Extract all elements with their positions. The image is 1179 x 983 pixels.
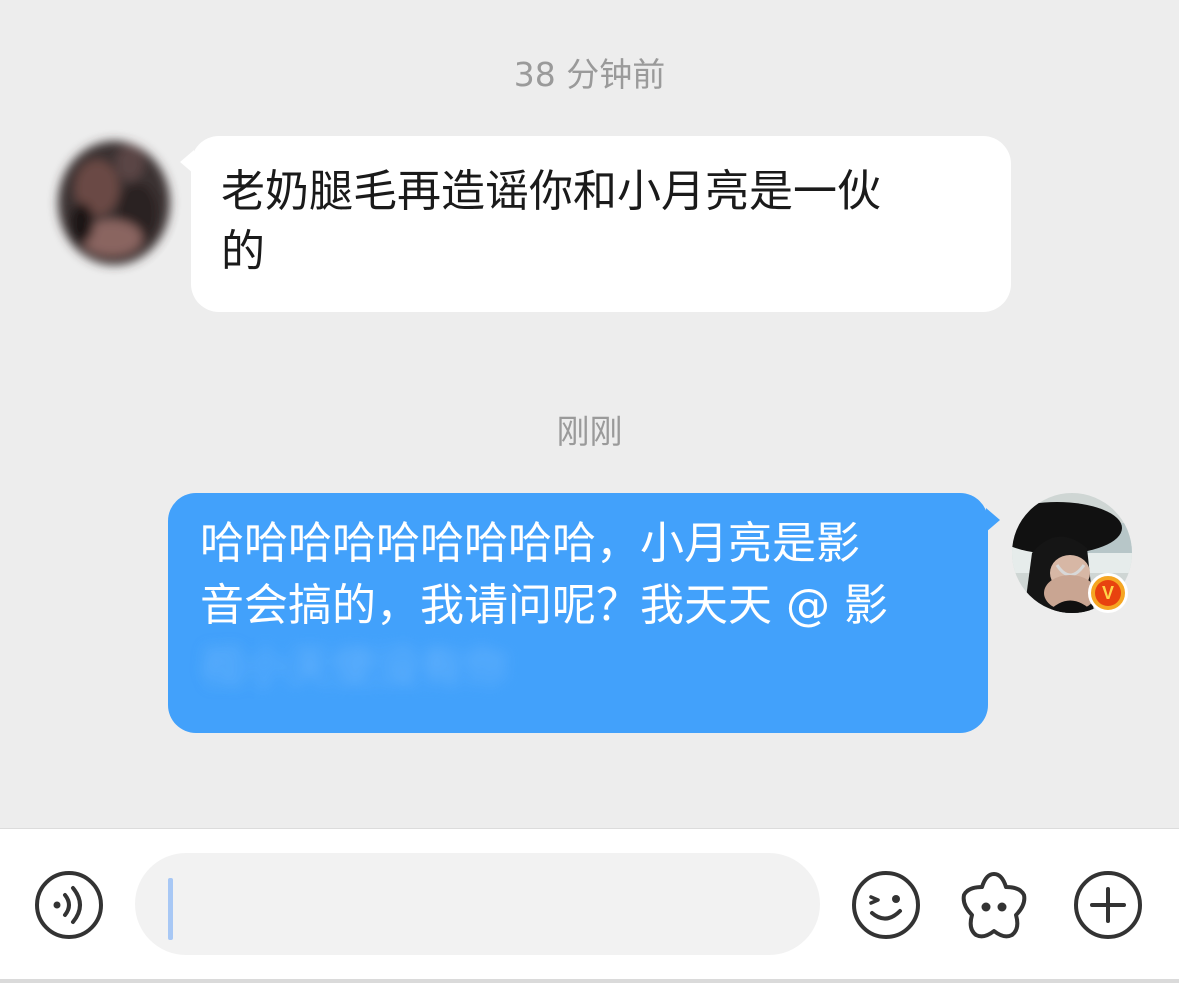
voice-input-icon [35,871,103,939]
outgoing-message-blurred-line: 视小天使没有你 [200,642,508,693]
sender-avatar-image [42,118,182,278]
voice-input-button[interactable] [33,869,105,941]
incoming-message-line: 老奶腿毛再造谣你和小月亮是一伙 [221,166,881,217]
verified-badge: V [1088,573,1128,613]
message-input-container[interactable] [135,853,820,955]
composer-toolbar [0,828,1179,983]
emoji-icon [852,871,920,939]
incoming-message-line: 的 [221,226,265,277]
sticker-icon [961,872,1027,939]
message-timestamp: 38 分钟前 [513,55,666,94]
message-input[interactable] [179,873,783,937]
plus-icon [1074,871,1142,939]
text-caret [168,878,173,940]
sticker-button[interactable] [956,867,1028,939]
bottom-divider [0,979,1179,983]
sender-avatar[interactable] [42,118,182,278]
verified-badge-icon: V [1095,580,1121,606]
outgoing-message-line: 音会搞的，我请问呢？我天天 @ 影 [200,580,888,631]
bubble-tail [986,508,1000,532]
emoji-button[interactable] [850,869,922,941]
outgoing-message-line: 哈哈哈哈哈哈哈哈哈，小月亮是影 [200,518,860,569]
more-options-button[interactable] [1072,869,1144,941]
message-timestamp: 刚刚 [556,412,623,451]
incoming-message-bubble[interactable]: 老奶腿毛再造谣你和小月亮是一伙 的 [191,136,1011,312]
chat-area: 38 分钟前 老奶腿毛再造谣你和小月亮是一伙 的 刚刚 哈哈哈哈哈哈哈哈哈，小月… [0,0,1179,828]
outgoing-message-bubble[interactable]: 哈哈哈哈哈哈哈哈哈，小月亮是影 音会搞的，我请问呢？我天天 @ 影 视小天使没有… [168,493,988,733]
